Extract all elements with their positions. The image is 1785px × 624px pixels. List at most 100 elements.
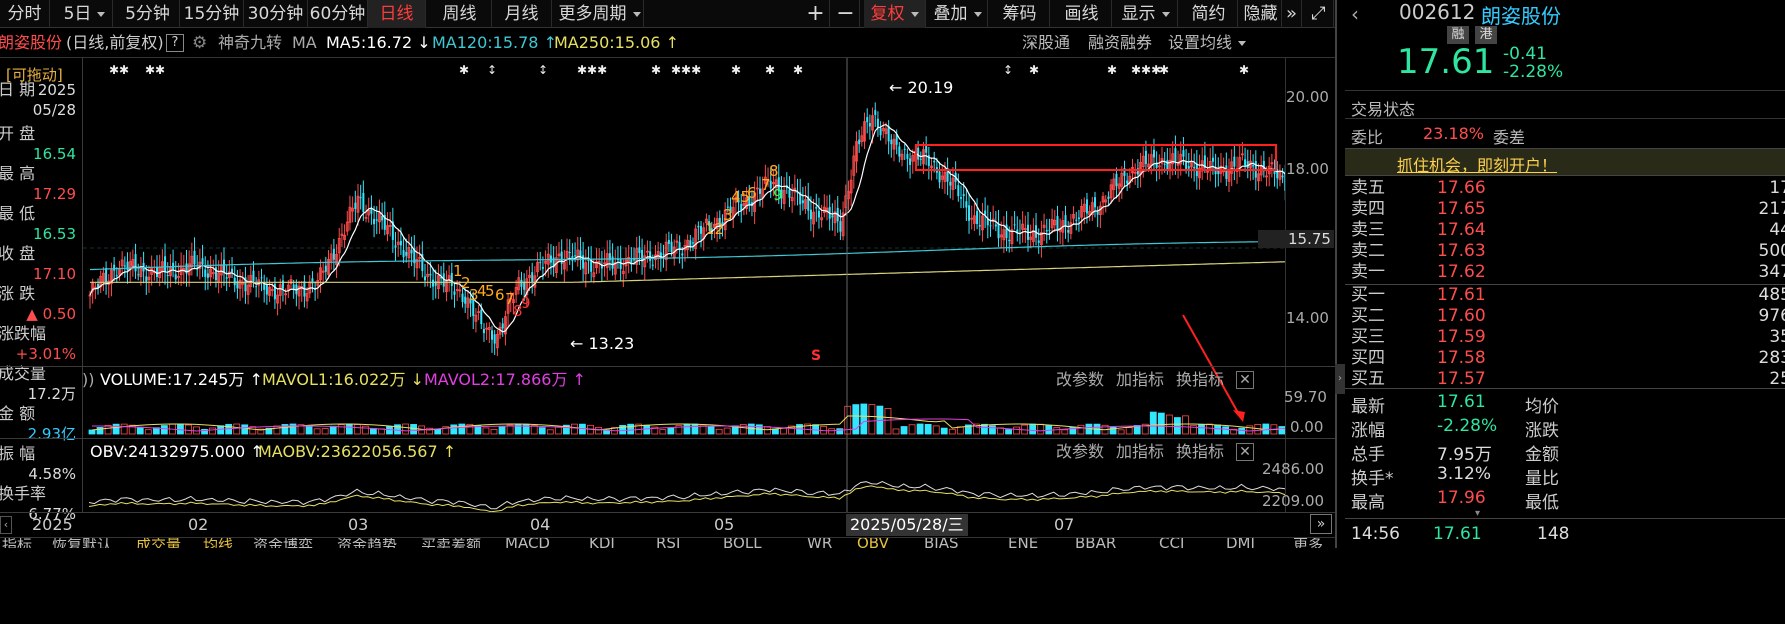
vol-add-indicator[interactable]: 加指标 — [1116, 368, 1164, 392]
period-tab-30min[interactable]: 30分钟 — [244, 0, 308, 28]
period-tab-15min[interactable]: 15分钟 — [180, 0, 244, 28]
period-tab-daily[interactable]: 日线 — [368, 0, 426, 28]
display-button[interactable]: 显示 — [1114, 0, 1178, 28]
overlay-button[interactable]: 叠加 — [928, 0, 988, 28]
candle-body — [206, 273, 209, 278]
indicator-tab[interactable]: MACD — [505, 538, 550, 548]
candle-body — [265, 285, 268, 295]
orderbook-row[interactable]: 卖四 17.65 217 — [1345, 199, 1785, 220]
candle-body — [876, 118, 879, 128]
indicator-tab[interactable]: 资金趋势 — [337, 538, 397, 548]
link-shengutong[interactable]: 深股通 — [1022, 30, 1070, 56]
period-tab-monthly[interactable]: 月线 — [492, 0, 552, 28]
indicator-tab[interactable]: 更多 — [1293, 538, 1323, 548]
orderbook-row[interactable]: 买一 17.61 485 — [1345, 285, 1785, 306]
stat-label-2: 金额 — [1525, 445, 1559, 465]
period-tab-5min[interactable]: 5分钟 — [116, 0, 180, 28]
obv-value: OBV:24132975.000 ↑ — [90, 442, 264, 461]
candle-body — [1045, 230, 1048, 232]
vol-switch-indicator[interactable]: 换指标 — [1176, 368, 1224, 392]
orderbook-volume: 44 — [1769, 220, 1785, 240]
zoom-out-button[interactable]: − — [832, 0, 860, 28]
orderbook-price: 17.62 — [1437, 262, 1486, 282]
hide-button[interactable]: 隐藏 — [1240, 0, 1282, 28]
volume-bar — [868, 404, 876, 435]
candle-body — [960, 197, 962, 199]
indicator-tab[interactable]: 均线 — [203, 538, 233, 548]
quote-stats: 最新 17.61 均价 涨幅 -2.28% 涨跌 总手 7.95万 金额 换手* 3.12% 量比 最高… — [1345, 390, 1785, 513]
indicator-tab[interactable]: KDJ — [589, 538, 615, 548]
indicator-tab[interactable]: CCI — [1159, 538, 1184, 548]
period-tab-fenshi[interactable]: 分时 — [0, 0, 50, 28]
candle-body — [968, 205, 971, 221]
obv-close-icon[interactable]: ✕ — [1236, 443, 1254, 461]
red-arrow-head — [1233, 410, 1245, 422]
period-tab-more[interactable]: 更多周期 — [556, 0, 644, 28]
indicator-tab[interactable]: RSI — [656, 538, 680, 548]
help-button[interactable]: ? — [166, 34, 184, 52]
volume-bar — [1149, 411, 1157, 435]
candle-body — [1281, 175, 1284, 178]
gear-icon[interactable]: ⚙ — [192, 30, 207, 56]
indicator-tab[interactable]: BBAR — [1075, 538, 1116, 548]
draw-line-button[interactable]: 画线 — [1052, 0, 1112, 28]
more-arrow-icon[interactable]: » — [1282, 0, 1302, 28]
open-account-banner[interactable]: 抓住机会，即刻开户！ — [1345, 148, 1785, 176]
orderbook-row[interactable]: 买五 17.57 25 — [1345, 369, 1785, 390]
candle-body — [174, 274, 177, 280]
indicator-tab[interactable]: 成交量 — [136, 538, 181, 548]
volume-bar — [812, 424, 819, 435]
candle-body — [1252, 165, 1255, 167]
volume-bar — [1061, 429, 1069, 435]
zoom-in-button[interactable]: + — [802, 0, 830, 28]
indicator-tab[interactable]: DMI — [1226, 538, 1255, 548]
orderbook-row[interactable]: 卖三 17.64 44 — [1345, 220, 1785, 241]
vol-edit-params[interactable]: 改参数 — [1056, 368, 1104, 392]
indicator-tab[interactable]: 指标 — [2, 538, 32, 548]
candle-body — [994, 224, 997, 227]
scroll-right-icon[interactable]: » — [1310, 514, 1332, 534]
collapse-panel-icon[interactable]: › — [1335, 364, 1345, 394]
volume-bar — [369, 428, 377, 435]
orderbook-level-label: 买一 — [1351, 285, 1385, 305]
link-margin[interactable]: 融资融券 — [1088, 30, 1152, 56]
signal-marker: ✱ — [765, 63, 775, 77]
simple-button[interactable]: 简约 — [1180, 0, 1238, 28]
obv-switch-indicator[interactable]: 换指标 — [1176, 440, 1224, 464]
obv-add-indicator[interactable]: 加指标 — [1116, 440, 1164, 464]
indicator-tab[interactable]: OBV — [857, 538, 889, 548]
indicator-tab[interactable]: BIAS — [924, 538, 959, 548]
period-tab-60min[interactable]: 60分钟 — [308, 0, 368, 28]
candle-body — [231, 268, 234, 273]
scroll-left-icon[interactable]: ‹ — [0, 516, 12, 534]
signal-marker: ✱ — [1239, 63, 1249, 77]
indicator-tab[interactable]: 恢复默认 — [52, 538, 112, 548]
orderbook-row[interactable]: 卖一 17.62 347 — [1345, 262, 1785, 283]
fullscreen-icon[interactable]: ⤢ — [1304, 0, 1334, 28]
chips-button[interactable]: 筹码 — [990, 0, 1050, 28]
period-tab-weekly[interactable]: 周线 — [428, 0, 492, 28]
orderbook-row[interactable]: 卖五 17.66 17 — [1345, 178, 1785, 199]
orderbook-level-label: 卖二 — [1351, 241, 1385, 261]
signal-marker: ↕ — [1003, 63, 1013, 77]
indicator-tab[interactable]: BOLL — [723, 538, 762, 548]
indicator-tab[interactable]: ENE — [1008, 538, 1038, 548]
orderbook-row[interactable]: 卖二 17.63 500 — [1345, 241, 1785, 262]
ohlc-value-3: 16.53 — [33, 225, 76, 243]
candle-body — [1013, 224, 1016, 226]
link-set-ma[interactable]: 设置均线 — [1168, 30, 1246, 56]
period-tab-5day[interactable]: 5日 — [57, 0, 113, 28]
obv-edit-params[interactable]: 改参数 — [1056, 440, 1104, 464]
candle-body — [201, 258, 204, 265]
orderbook-row[interactable]: 买二 17.60 976 — [1345, 306, 1785, 327]
fuquan-button[interactable]: 复权 — [864, 0, 926, 28]
indicator-tab[interactable]: 买卖差额 — [421, 538, 481, 548]
orderbook-row[interactable]: 买三 17.59 35 — [1345, 327, 1785, 348]
volume-bar — [948, 428, 956, 435]
orderbook-row[interactable]: 买四 17.58 283 — [1345, 348, 1785, 369]
indicator-tab[interactable]: WR — [807, 538, 832, 548]
indicator-tab[interactable]: 资金博弈 — [253, 538, 313, 548]
back-icon[interactable]: ‹ — [1351, 2, 1359, 26]
vol-close-icon[interactable]: ✕ — [1236, 371, 1254, 389]
stats-scroll-icon[interactable]: ▾ — [1475, 509, 1495, 519]
